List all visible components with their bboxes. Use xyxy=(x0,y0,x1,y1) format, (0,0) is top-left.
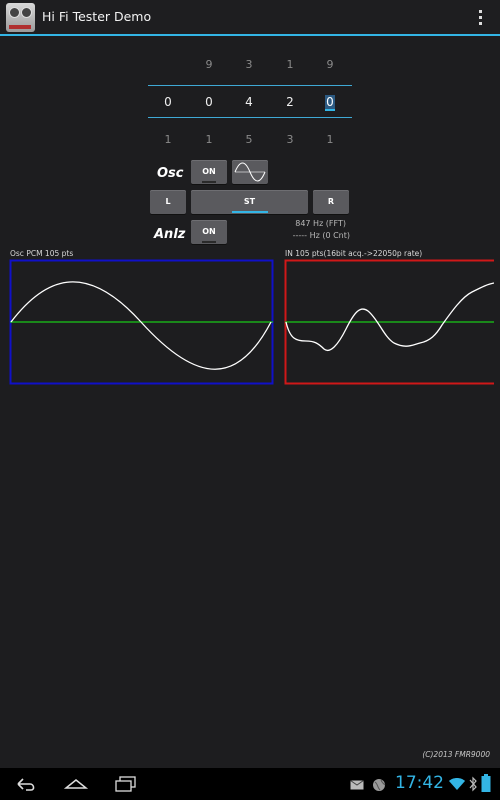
app-title: Hi Fi Tester Demo xyxy=(42,9,152,24)
input-waveform-plot xyxy=(284,259,494,385)
globe-icon[interactable] xyxy=(372,778,386,792)
overflow-menu-icon[interactable] xyxy=(479,10,483,26)
picker-digit[interactable]: 4 xyxy=(234,95,264,109)
osc-plot-title: Osc PCM 105 pts xyxy=(10,249,74,258)
picker-below-digit[interactable]: 1 xyxy=(153,133,183,146)
copyright-text: (C)2013 FMR9000 xyxy=(422,750,490,759)
picker-selected-value: 0 xyxy=(325,95,335,109)
action-bar-divider xyxy=(0,34,500,36)
home-icon[interactable] xyxy=(63,776,89,792)
picker-cursor xyxy=(325,109,335,111)
app-screen: Hi Fi Tester Demo 9 3 1 9 0 0 4 2 0 1 1 … xyxy=(0,0,500,800)
battery-icon xyxy=(481,774,491,792)
app-icon[interactable] xyxy=(6,3,35,32)
anlz-on-label: ON xyxy=(202,227,216,236)
status-clock: 17:42 xyxy=(395,773,444,793)
right-channel-button[interactable]: R xyxy=(313,190,349,214)
back-icon[interactable] xyxy=(14,776,38,792)
stereo-label: ST xyxy=(243,197,256,206)
left-channel-label: L xyxy=(165,197,171,206)
anlz-toggle-indicator xyxy=(202,241,216,243)
bluetooth-icon xyxy=(469,776,477,792)
fft-frequency-readout: 847 Hz (FFT) xyxy=(295,219,346,228)
input-signal-trace xyxy=(285,282,494,351)
sine-wave-icon xyxy=(234,162,266,182)
picker-digit[interactable]: 0 xyxy=(194,95,224,109)
speaker-right-icon xyxy=(21,7,32,18)
input-plot-title: IN 105 pts(16bit acq.->22050p rate) xyxy=(285,249,423,258)
icon-bar xyxy=(9,25,31,29)
osc-toggle-indicator xyxy=(202,181,216,183)
picker-digit[interactable]: 0 xyxy=(153,95,183,109)
picker-below-digit[interactable]: 5 xyxy=(234,133,264,146)
system-navigation-bar: 17:42 xyxy=(0,768,500,800)
stereo-selected-indicator xyxy=(232,211,268,213)
picker-top-line xyxy=(148,85,352,86)
picker-above-digit[interactable]: 3 xyxy=(234,58,264,71)
gmail-icon[interactable] xyxy=(350,780,364,790)
picker-above-digit[interactable]: 9 xyxy=(194,58,224,71)
left-channel-button[interactable]: L xyxy=(150,190,186,214)
picker-digit-selected[interactable]: 0 xyxy=(315,95,345,109)
osc-sine-trace xyxy=(10,281,272,370)
right-channel-label: R xyxy=(327,197,335,206)
action-bar: Hi Fi Tester Demo xyxy=(0,0,500,36)
picker-bottom-line xyxy=(148,117,352,118)
picker-below-digit[interactable]: 1 xyxy=(194,133,224,146)
picker-digit[interactable]: 2 xyxy=(275,95,305,109)
waveform-button[interactable] xyxy=(232,160,268,184)
recents-icon[interactable] xyxy=(114,775,138,793)
anlz-label: Anlz xyxy=(154,227,186,242)
picker-above-digit[interactable]: 9 xyxy=(315,58,345,71)
osc-waveform-plot xyxy=(9,259,274,385)
picker-below-digit[interactable]: 3 xyxy=(275,133,305,146)
wifi-icon xyxy=(449,778,465,790)
picker-above-digit[interactable]: 1 xyxy=(275,58,305,71)
osc-on-label: ON xyxy=(202,167,216,176)
counter-frequency-readout: ----- Hz (0 Cnt) xyxy=(292,231,350,240)
speaker-left-icon xyxy=(9,7,20,18)
osc-label: Osc xyxy=(157,166,184,181)
picker-below-digit[interactable]: 1 xyxy=(315,133,345,146)
